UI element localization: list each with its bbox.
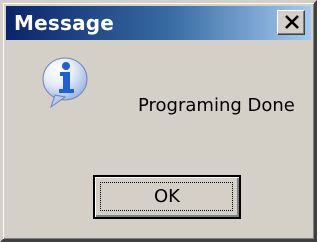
dialog-body: Programing Done OK bbox=[3, 43, 314, 239]
title-bar[interactable]: Message bbox=[6, 6, 311, 40]
window-title: Message bbox=[14, 11, 115, 35]
message-dialog: Message Programing Done OK bbox=[0, 0, 317, 242]
message-text: Programing Done bbox=[138, 95, 295, 116]
ok-button-label: OK bbox=[154, 186, 180, 207]
close-icon bbox=[285, 15, 299, 29]
close-button[interactable] bbox=[277, 10, 305, 35]
information-icon bbox=[42, 57, 88, 109]
ok-button[interactable]: OK bbox=[93, 175, 241, 219]
